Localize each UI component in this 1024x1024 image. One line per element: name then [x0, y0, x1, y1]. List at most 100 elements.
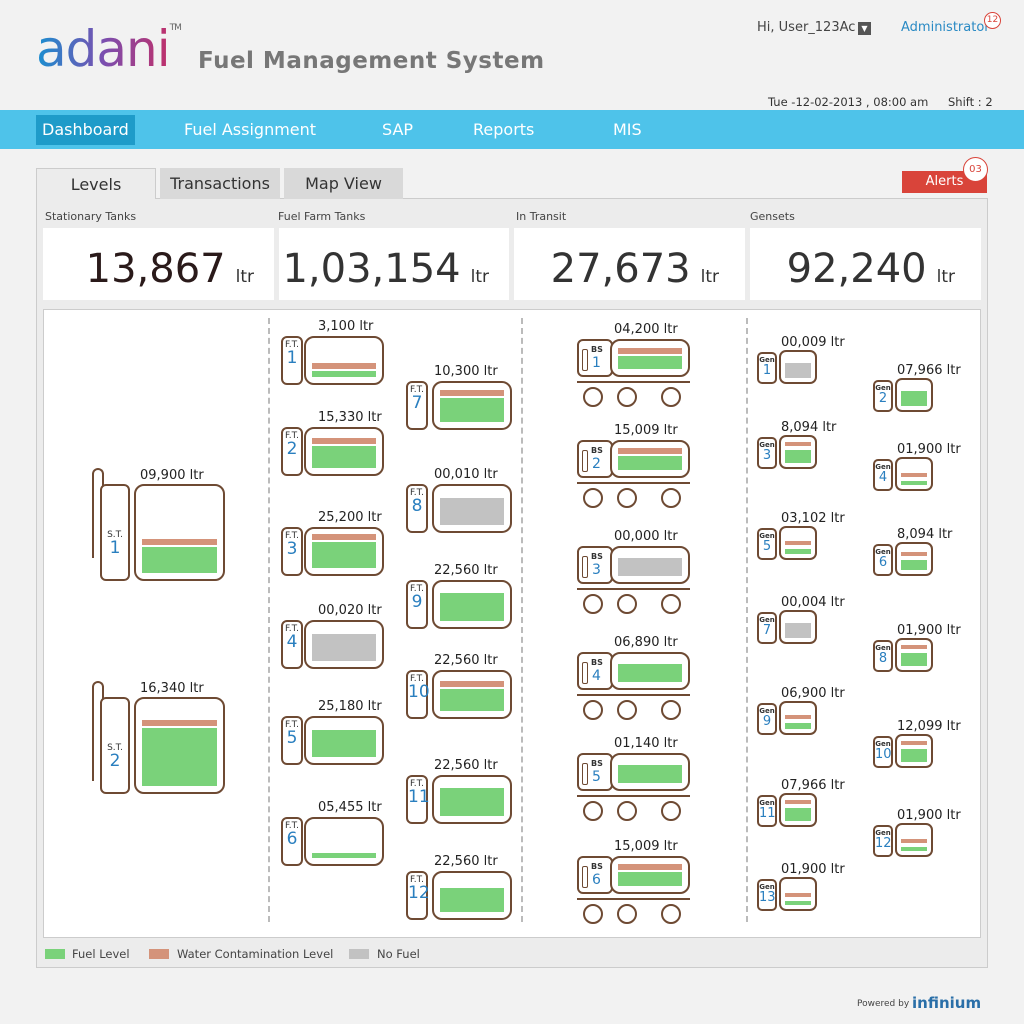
- tab-transactions[interactable]: Transactions: [160, 168, 280, 199]
- stationary-tank-body[interactable]: [134, 484, 225, 581]
- genset-tank-body[interactable]: [779, 701, 817, 735]
- tank-number: 3: [592, 562, 601, 578]
- fuel-farm-tank-body[interactable]: [432, 580, 512, 629]
- fuel-level: [142, 547, 217, 573]
- water-contamination-level: [440, 681, 504, 687]
- genset-tank-body[interactable]: [895, 823, 933, 857]
- bowser-level-label: 01,140 ltr: [614, 736, 678, 751]
- logo-text: adani: [36, 20, 171, 78]
- tank-number: 7: [762, 623, 772, 638]
- nav-sap[interactable]: SAP: [376, 115, 419, 145]
- genset-tank-body[interactable]: [779, 526, 817, 560]
- tank-number: 1: [286, 348, 298, 368]
- fuel-farm-tank-body[interactable]: [304, 620, 384, 669]
- fuel-farm-tank-level-label: 25,180 ltr: [318, 699, 382, 714]
- fuel-farm-tank-body[interactable]: [432, 381, 512, 430]
- genset-level-label: 03,102 ltr: [781, 511, 845, 526]
- water-contamination-level: [312, 363, 376, 369]
- fuel-level: [440, 689, 504, 711]
- stationary-tank-body[interactable]: [134, 697, 225, 794]
- tab-map-view[interactable]: Map View: [284, 168, 403, 199]
- tank-number: 1: [592, 355, 601, 371]
- tank-number: 4: [286, 632, 298, 652]
- tank-type-abbr: BS: [591, 658, 603, 667]
- water-contamination-level: [142, 720, 217, 726]
- fuel-farm-tank-body[interactable]: [432, 775, 512, 824]
- summary-card-gensets: 92,240 ltr: [750, 228, 981, 300]
- genset-level-label: 01,900 ltr: [897, 623, 961, 638]
- summary-card-stationary: 13,867 ltr: [43, 228, 274, 300]
- genset-level-label: 8,094 ltr: [897, 527, 953, 542]
- no-fuel-level: [312, 634, 376, 661]
- genset-tank-body[interactable]: [779, 350, 817, 384]
- tank-type-abbr: BS: [591, 862, 603, 871]
- fuel-farm-tank-body[interactable]: [304, 716, 384, 765]
- water-contamination-level: [901, 839, 927, 843]
- genset-tank-body[interactable]: [895, 542, 933, 576]
- cab-window-icon: [582, 866, 588, 888]
- fuel-farm-tank-id: F.T. 1: [281, 336, 303, 385]
- fuel-level: [440, 788, 504, 816]
- wheel-icon: [617, 488, 637, 508]
- water-contamination-level: [901, 473, 927, 477]
- bowser-tank-body[interactable]: [610, 440, 690, 478]
- administrator-link[interactable]: Administrator: [901, 20, 990, 35]
- bowser-tank-body[interactable]: [610, 753, 690, 791]
- legend-swatch-water: [149, 949, 169, 959]
- tank-number: 10: [875, 747, 892, 762]
- fuel-farm-tank-body[interactable]: [432, 871, 512, 920]
- nav-mis[interactable]: MIS: [607, 115, 648, 145]
- column-divider: [521, 318, 523, 922]
- fuel-farm-tank-body[interactable]: [432, 484, 512, 533]
- user-dropdown-caret-icon[interactable]: ▼: [858, 22, 871, 35]
- fuel-farm-tank-id: F.T. 10: [406, 670, 430, 719]
- fuel-level: [312, 730, 376, 757]
- fuel-farm-tank-level-label: 22,560 ltr: [434, 854, 498, 869]
- genset-tank-body[interactable]: [779, 793, 817, 827]
- nav-reports[interactable]: Reports: [467, 115, 540, 145]
- genset-id: Gen 11: [757, 795, 777, 827]
- fuel-farm-tank-level-label: 22,560 ltr: [434, 563, 498, 578]
- bowser-tank-body[interactable]: [610, 339, 690, 377]
- nav-dashboard[interactable]: Dashboard: [36, 115, 135, 145]
- powered-by-text: Powered by: [857, 999, 910, 1009]
- fuel-farm-tank-id: F.T. 6: [281, 817, 303, 866]
- wheel-icon: [661, 488, 681, 508]
- fuel-farm-tank-body[interactable]: [304, 527, 384, 576]
- genset-tank-body[interactable]: [779, 435, 817, 469]
- bowser-tank-body[interactable]: [610, 652, 690, 690]
- fuel-level: [142, 728, 217, 786]
- fuel-farm-tank-body[interactable]: [304, 817, 384, 866]
- stationary-tank-id: S.T. 2: [100, 697, 130, 794]
- genset-tank-body[interactable]: [895, 457, 933, 491]
- genset-tank-body[interactable]: [895, 378, 933, 412]
- water-contamination-level: [785, 442, 811, 446]
- tab-levels[interactable]: Levels: [36, 168, 156, 199]
- wheel-icon: [583, 488, 603, 508]
- bowser-cab: BS 5: [577, 753, 613, 791]
- fuel-level: [312, 542, 376, 568]
- genset-tank-body[interactable]: [895, 734, 933, 768]
- fuel-farm-tank-body[interactable]: [432, 670, 512, 719]
- summary-label-stationary: Stationary Tanks: [45, 210, 137, 223]
- stationary-tank-id: S.T. 1: [100, 484, 130, 581]
- genset-id: Gen 6: [873, 544, 893, 576]
- genset-tank-body[interactable]: [895, 638, 933, 672]
- tank-number: 2: [878, 391, 888, 406]
- wheel-icon: [617, 700, 637, 720]
- summary-unit: ltr: [936, 267, 955, 287]
- tank-number: 6: [286, 829, 298, 849]
- fuel-farm-tank-body[interactable]: [304, 336, 384, 385]
- bowser-tank-body[interactable]: [610, 856, 690, 894]
- summary-value: 13,867: [85, 246, 226, 292]
- genset-tank-body[interactable]: [779, 610, 817, 644]
- wheel-icon: [617, 904, 637, 924]
- tank-number: 5: [592, 769, 601, 785]
- bowser-tank-body[interactable]: [610, 546, 690, 584]
- fuel-farm-tank-body[interactable]: [304, 427, 384, 476]
- fuel-level: [785, 450, 811, 463]
- nav-fuel-assignment[interactable]: Fuel Assignment: [178, 115, 322, 145]
- genset-tank-body[interactable]: [779, 877, 817, 911]
- cab-window-icon: [582, 556, 588, 578]
- wheel-icon: [583, 700, 603, 720]
